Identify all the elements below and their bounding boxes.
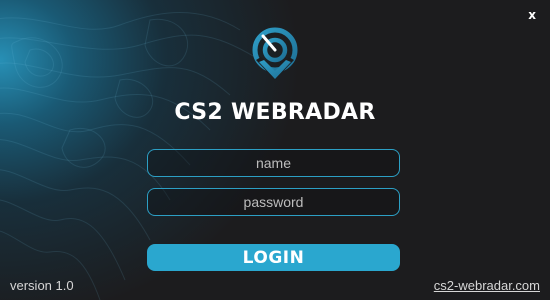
password-input[interactable] xyxy=(147,188,400,216)
version-label: version 1.0 xyxy=(10,278,74,293)
name-input[interactable] xyxy=(147,149,400,177)
login-window: x CS2 WEBRADAR LOGIN version 1.0 cs2-web… xyxy=(0,0,550,300)
close-button[interactable]: x xyxy=(528,7,536,23)
radar-pin-icon xyxy=(252,27,298,80)
login-button[interactable]: LOGIN xyxy=(147,244,400,271)
app-title: CS2 WEBRADAR xyxy=(174,100,376,125)
website-link[interactable]: cs2-webradar.com xyxy=(434,278,540,293)
